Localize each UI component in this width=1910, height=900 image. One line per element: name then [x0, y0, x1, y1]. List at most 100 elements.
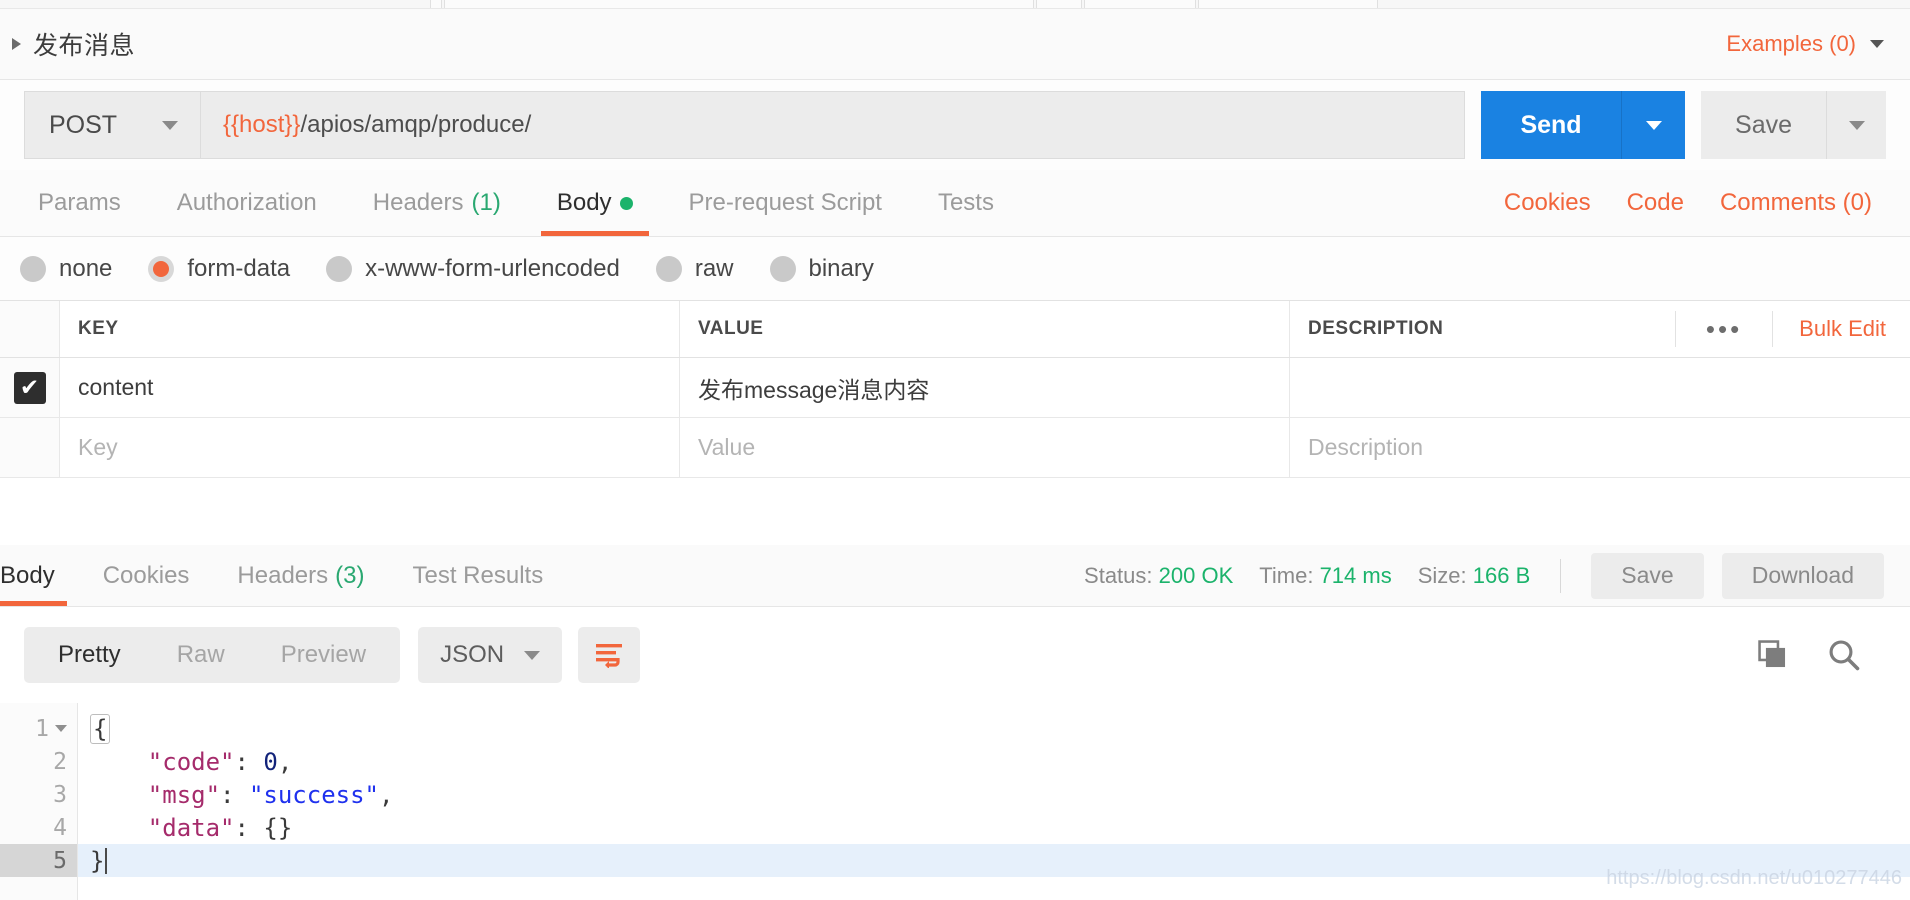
radio-icon[interactable]: [20, 255, 46, 282]
send-button[interactable]: Send: [1481, 91, 1622, 159]
radio-label: none: [59, 254, 113, 282]
line-number[interactable]: 3: [0, 778, 77, 811]
send-options-button[interactable]: [1621, 91, 1686, 159]
fold-triangle-icon[interactable]: [55, 725, 67, 732]
search-icon[interactable]: [1826, 637, 1862, 673]
code-token: "code": [147, 747, 235, 776]
line-number-text: 3: [53, 781, 67, 808]
response-tab-headers[interactable]: Headers (3): [213, 545, 388, 606]
tab-label: Test Results: [412, 561, 544, 589]
body-type-raw[interactable]: raw: [655, 255, 734, 283]
response-tab-cookies[interactable]: Cookies: [79, 545, 214, 606]
request-links-group: Cookies Code Comments (0): [1486, 170, 1910, 236]
line-number-text: 5: [53, 847, 67, 874]
radio-icon[interactable]: [655, 255, 682, 282]
examples-link[interactable]: Examples (0): [1726, 31, 1856, 57]
code-link[interactable]: Code: [1609, 189, 1702, 217]
checkbox-checked-icon[interactable]: ✔: [13, 371, 46, 404]
table-row-empty[interactable]: Key Value Description: [0, 418, 1910, 478]
size-label: Size:: [1417, 562, 1467, 588]
format-segmented-control: Pretty Raw Preview: [24, 627, 401, 683]
radio-icon[interactable]: [769, 255, 796, 282]
row-description-cell[interactable]: [1290, 358, 1910, 417]
copy-icon[interactable]: [1756, 638, 1790, 672]
code-content[interactable]: { "code": 0, "msg": "success", "data": {…: [78, 703, 1910, 900]
body-type-none[interactable]: none: [20, 255, 112, 283]
more-options-icon[interactable]: •••: [1674, 311, 1774, 347]
response-tab-test-results[interactable]: Test Results: [388, 545, 567, 606]
radio-selected-icon[interactable]: [148, 255, 175, 282]
method-select[interactable]: POST: [24, 91, 201, 159]
tab-params[interactable]: Params: [10, 170, 149, 236]
save-button-group[interactable]: Save: [1701, 91, 1886, 159]
response-download-button[interactable]: Download: [1721, 552, 1884, 599]
language-select[interactable]: JSON: [418, 627, 563, 683]
table-header-row: KEY VALUE DESCRIPTION ••• Bulk Edit: [0, 300, 1910, 358]
bulk-edit-link[interactable]: Bulk Edit: [1773, 316, 1910, 342]
status-value: 200 OK: [1158, 562, 1234, 588]
format-pretty-button[interactable]: Pretty: [30, 641, 149, 669]
code-token: :: [234, 747, 264, 776]
save-options-button[interactable]: [1826, 91, 1886, 159]
row-key-input[interactable]: Key: [60, 418, 680, 477]
save-button[interactable]: Save: [1701, 91, 1826, 159]
code-token: "msg": [147, 780, 221, 809]
size-value: 166 B: [1472, 562, 1531, 588]
response-tab-body[interactable]: Body: [0, 545, 79, 606]
line-number[interactable]: 1: [0, 712, 77, 745]
line-number-gutter: 1 2 3 4 5: [0, 703, 78, 900]
response-save-button[interactable]: Save: [1591, 552, 1704, 599]
line-number[interactable]: 4: [0, 811, 77, 844]
description-placeholder: Description: [1308, 434, 1424, 460]
request-title-bar: 发布消息 Examples (0): [0, 9, 1910, 80]
tab-headers[interactable]: Headers (1): [345, 170, 529, 236]
line-number[interactable]: 2: [0, 745, 77, 778]
chevron-down-icon: [524, 650, 541, 660]
line-number[interactable]: 5: [0, 844, 77, 877]
cookies-link[interactable]: Cookies: [1486, 189, 1609, 217]
request-tab-bar: Params Authorization Headers (1) Body Pre…: [0, 170, 1910, 237]
body-type-form-data[interactable]: form-data: [148, 255, 290, 283]
triangle-right-icon[interactable]: [12, 38, 21, 50]
body-type-binary[interactable]: binary: [769, 255, 874, 283]
row-value-cell[interactable]: 发布message消息内容: [680, 358, 1290, 417]
send-button-group[interactable]: Send: [1481, 91, 1686, 159]
code-token: "success": [248, 780, 379, 809]
table-row[interactable]: ✔ content 发布message消息内容: [0, 358, 1910, 418]
radio-label: x-www-form-urlencoded: [365, 254, 620, 282]
body-type-x-www-form-urlencoded[interactable]: x-www-form-urlencoded: [326, 255, 620, 283]
response-body-viewer[interactable]: 1 2 3 4 5 { "code": 0, "msg": "success",…: [0, 703, 1910, 900]
tab-pre-request-script[interactable]: Pre-request Script: [661, 170, 910, 236]
row-description-input[interactable]: Description: [1290, 418, 1910, 477]
format-raw-button[interactable]: Raw: [149, 641, 253, 669]
word-wrap-button[interactable]: [578, 627, 641, 683]
comments-link[interactable]: Comments (0): [1702, 189, 1890, 217]
row-checkbox-cell[interactable]: [0, 418, 60, 477]
code-token: {}: [263, 813, 293, 842]
chevron-down-icon[interactable]: [162, 120, 179, 130]
url-input[interactable]: {{host}}/apios/amqp/produce/: [200, 91, 1466, 159]
tab-label: Headers: [372, 189, 464, 216]
examples-group[interactable]: Examples (0): [1726, 31, 1910, 57]
chevron-down-icon[interactable]: [1870, 40, 1884, 48]
page-title: 发布消息: [33, 32, 136, 60]
column-header: VALUE: [698, 318, 764, 339]
form-data-table: KEY VALUE DESCRIPTION ••• Bulk Edit ✔ co…: [0, 300, 1910, 478]
tab-count: (3): [335, 561, 365, 589]
code-token: :: [234, 813, 264, 842]
radio-icon[interactable]: [326, 255, 353, 282]
tab-tests[interactable]: Tests: [910, 170, 1022, 236]
code-line: {: [78, 712, 1910, 745]
size-metric: Size: 166 B: [1418, 563, 1531, 589]
row-value-input[interactable]: Value: [680, 418, 1290, 477]
format-preview-button[interactable]: Preview: [253, 641, 394, 669]
request-title-group[interactable]: 发布消息: [0, 26, 135, 62]
tab-authorization[interactable]: Authorization: [149, 170, 345, 236]
code-line: "data": {}: [78, 811, 1910, 844]
line-number-text: 1: [35, 715, 49, 742]
row-checkbox-cell[interactable]: ✔: [0, 358, 60, 417]
tab-body[interactable]: Body: [529, 170, 661, 236]
row-key-cell[interactable]: content: [60, 358, 680, 417]
